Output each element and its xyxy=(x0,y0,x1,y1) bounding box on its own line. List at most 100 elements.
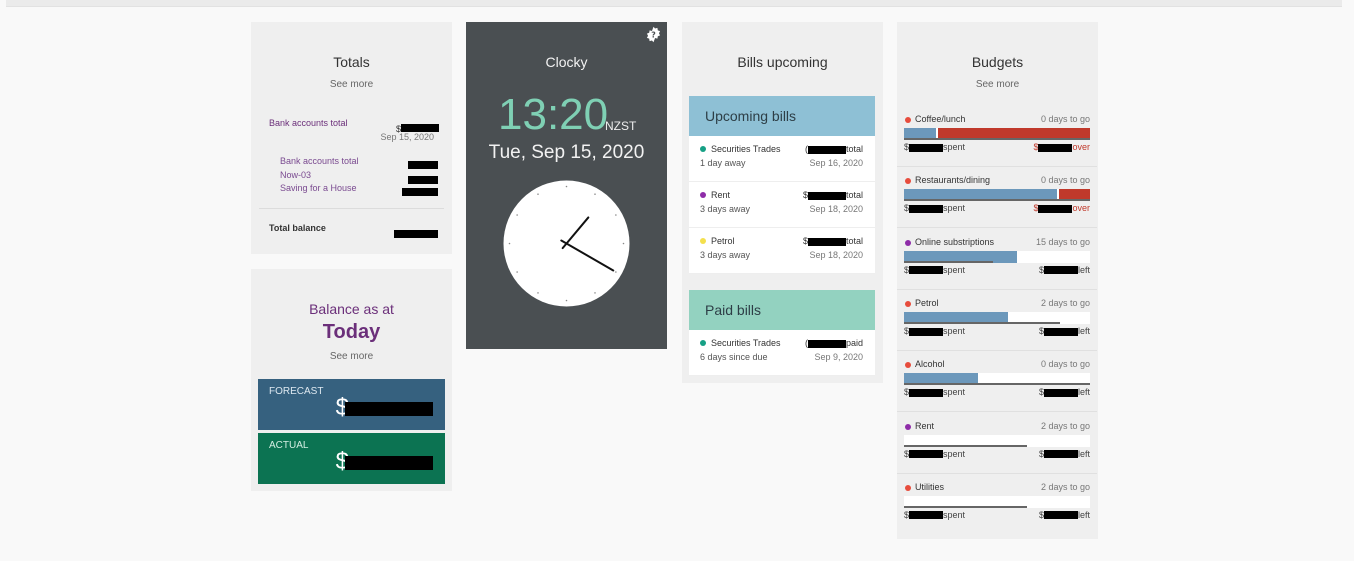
actual-box: ACTUAL $ xyxy=(258,433,445,484)
totals-date: Sep 15, 2020 xyxy=(380,132,434,142)
bill-amount: (paid xyxy=(804,338,863,348)
divider xyxy=(897,472,1097,474)
bill-row[interactable]: Securities Trades 6 days since due (paid Se… xyxy=(689,330,875,376)
bank-accounts-total-link[interactable]: Bank accounts total xyxy=(269,118,348,128)
time-elapsed-line xyxy=(904,260,994,263)
clock-tick xyxy=(516,271,518,273)
budget-remaining: $ over xyxy=(1033,203,1090,214)
budget-color-dot xyxy=(905,300,911,307)
budget-color-dot xyxy=(905,117,911,123)
bill-row[interactable]: Petrol 3 days away $ total Sep 18, 2020 xyxy=(689,228,875,274)
digital-time: 13:20 xyxy=(498,90,609,139)
clock-date: Tue, Sep 15, 2020 xyxy=(488,142,645,163)
budget-item[interactable]: Coffee/lunch 0 days to go $ spent $ over xyxy=(897,113,1097,174)
balance-period[interactable]: Today xyxy=(251,321,452,344)
budget-days-remaining: 15 days to go xyxy=(1035,236,1090,247)
budget-item[interactable]: Restaurants/dining 0 days to go $ spent $ ove… xyxy=(897,174,1097,235)
budget-remaining: $ over xyxy=(1033,142,1090,152)
clock-tick xyxy=(615,214,617,216)
forecast-box: FORECAST $ xyxy=(258,379,445,430)
budget-spent: $ spent xyxy=(904,325,966,336)
budget-progress-bar xyxy=(904,373,1090,386)
actual-label: ACTUAL xyxy=(269,440,309,451)
svg-text:?: ? xyxy=(651,31,656,40)
budget-progress-bar xyxy=(904,250,1090,263)
budget-days-remaining: 2 days to go xyxy=(1040,481,1090,492)
budget-item[interactable]: Utilities 2 days to go $ spent $ left xyxy=(904,481,1090,542)
bill-color-dot xyxy=(700,340,706,346)
budget-progress-bar xyxy=(904,434,1090,447)
budget-remaining: $ left xyxy=(1038,325,1090,336)
budget-color-dot xyxy=(905,484,911,491)
budget-name: Petrol xyxy=(915,297,939,308)
bill-color-dot xyxy=(700,238,706,244)
actual-amount: $ xyxy=(336,448,433,476)
clocky-card: ? Clocky 13:20 NZST Tue, Sep 15, 2020 xyxy=(466,22,667,349)
bill-due: 6 days since due xyxy=(700,352,768,362)
budget-color-dot xyxy=(905,239,911,246)
budget-name: Utilities xyxy=(915,481,945,492)
time-elapsed-line xyxy=(904,199,1090,202)
bill-name: Securities Trades xyxy=(711,338,781,348)
budget-name: Alcohol xyxy=(915,359,945,370)
bill-amount: (total xyxy=(804,144,863,154)
upcoming-bills-heading: Upcoming bills xyxy=(689,96,875,136)
budget-item[interactable]: Rent 2 days to go $ spent $ left xyxy=(897,420,1097,481)
budget-name: Restaurants/dining xyxy=(915,175,991,186)
time-elapsed-line xyxy=(904,505,1027,508)
budget-item[interactable]: Alcohol 0 days to go $ spent $ left xyxy=(897,358,1097,419)
clocky-title: Clocky xyxy=(545,54,588,70)
budget-spent: $ spent xyxy=(904,509,966,520)
time-elapsed-line xyxy=(904,321,1061,324)
budget-spent: $ spent xyxy=(904,264,966,275)
clock-tick xyxy=(594,292,596,294)
account-value xyxy=(402,183,438,201)
bill-row[interactable]: Securities Trades 1 day away (total Sep 16,… xyxy=(689,136,875,182)
paid-bills-heading: Paid bills xyxy=(689,290,875,330)
forecast-label: FORECAST xyxy=(269,386,324,397)
bill-amount: $ total xyxy=(802,190,863,200)
budget-days-remaining: 2 days to go xyxy=(1040,297,1090,308)
totals-see-more-link[interactable]: See more xyxy=(251,79,452,90)
account-link-saving-for-a-house[interactable]: Saving for a House xyxy=(280,183,357,193)
clock-tick xyxy=(508,242,511,245)
balance-card: Balance as at Today See more FORECAST $ … xyxy=(251,269,452,491)
totals-card: Totals See more Bank accounts total $ Se… xyxy=(251,22,452,254)
budget-days-remaining: 2 days to go xyxy=(1040,420,1090,431)
total-balance-label: Total balance xyxy=(269,223,326,233)
bill-date: Sep 9, 2020 xyxy=(814,352,863,362)
bill-date: Sep 16, 2020 xyxy=(809,158,863,168)
budget-item[interactable]: Petrol 2 days to go $ spent $ left xyxy=(897,297,1097,358)
budget-remaining: $ left xyxy=(1038,387,1090,398)
balance-see-more-link[interactable]: See more xyxy=(251,351,452,362)
clock-tick xyxy=(565,185,568,188)
clock-tick xyxy=(622,242,625,245)
budget-progress-bar xyxy=(904,128,1090,140)
total-balance-value xyxy=(394,225,438,243)
budget-days-remaining: 0 days to go xyxy=(1040,175,1090,186)
budget-item[interactable]: Online substriptions 15 days to go $ spent $… xyxy=(897,236,1097,297)
bills-title: Bills upcoming xyxy=(737,54,828,70)
budget-remaining: $ left xyxy=(1038,448,1090,459)
divider xyxy=(897,288,1097,290)
bill-row[interactable]: Rent 3 days away $ total Sep 18, 2020 xyxy=(689,182,875,228)
account-link-now-03[interactable]: Now-03 xyxy=(280,170,311,180)
divider xyxy=(897,227,1097,229)
bills-card: Bills upcoming Upcoming bills Securities… xyxy=(682,22,883,383)
budget-days-remaining: 0 days to go xyxy=(1040,114,1090,124)
budget-color-dot xyxy=(905,178,911,185)
budget-color-dot xyxy=(905,423,911,430)
budget-remaining: $ left xyxy=(1038,509,1090,520)
gear-help-icon[interactable]: ? xyxy=(645,26,662,43)
budgets-title: Budgets xyxy=(971,54,1024,70)
budgets-see-more-link[interactable]: See more xyxy=(897,79,1098,90)
balance-label: Balance as at xyxy=(309,301,394,317)
bill-name: Rent xyxy=(711,190,731,200)
budget-progress-bar xyxy=(904,311,1090,324)
divider xyxy=(897,349,1097,351)
clock-tick xyxy=(516,214,518,216)
account-link-bank-accounts-total[interactable]: Bank accounts total xyxy=(280,156,359,166)
budget-name: Rent xyxy=(915,420,935,431)
bill-color-dot xyxy=(700,192,706,198)
divider xyxy=(897,166,1097,167)
